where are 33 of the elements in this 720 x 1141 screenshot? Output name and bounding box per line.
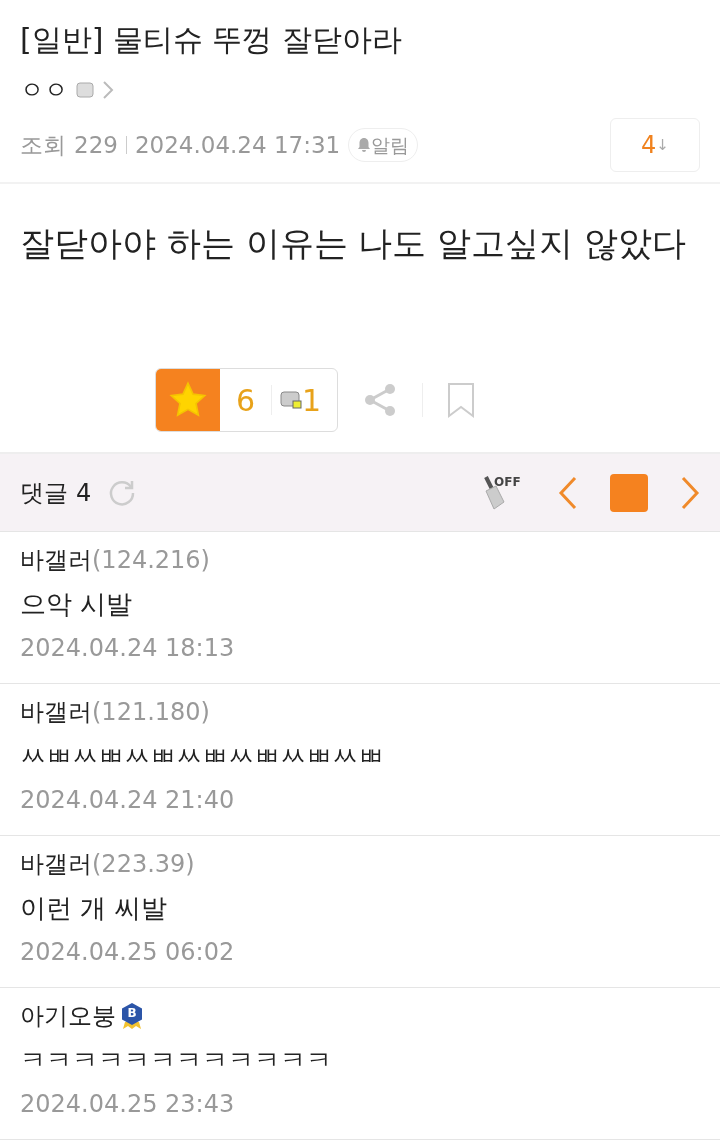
ip-address: (121.180) <box>92 697 210 728</box>
recommend-count: 6 <box>234 381 256 420</box>
recommend-button[interactable] <box>155 369 220 431</box>
post-title: [일반] 물티슈 뚜껑 잘닫아라 <box>19 21 404 59</box>
ip-address: (223.39) <box>92 849 195 880</box>
comment-date: 2024.04.25 23:43 <box>20 1089 236 1120</box>
comment-text: 이런 개 씨발 <box>20 892 168 925</box>
views-count: 229 <box>74 130 118 160</box>
comment-label: 댓글 <box>20 477 68 509</box>
bell-icon <box>357 137 372 153</box>
comment-text: ㅆㅃㅆㅃㅆㅃㅆㅃㅆㅃㅆㅃㅆㅃ <box>20 740 385 773</box>
comment-date: 2024.04.24 21:40 <box>20 785 236 816</box>
comment-text: ㅋㅋㅋㅋㅋㅋㅋㅋㅋㅋㅋㅋ <box>20 1044 333 1077</box>
comment-date: 2024.04.25 06:02 <box>20 937 236 968</box>
views-label: 조회 <box>20 130 66 160</box>
comment-text: 으악 시발 <box>20 588 134 621</box>
fixed-count: 1 <box>302 381 323 420</box>
ip-address: (124.216) <box>92 545 210 576</box>
chevron-right-icon[interactable] <box>680 475 700 510</box>
broom-filter-button[interactable]: OFF <box>480 472 520 513</box>
comment-date: 2024.04.24 18:13 <box>20 633 236 664</box>
post-date: 2024.04.24 17:31 <box>134 130 341 160</box>
commenter-name[interactable]: 바갤러 <box>20 692 92 732</box>
author-name[interactable]: ㅇㅇ <box>20 72 68 108</box>
chevron-left-icon[interactable] <box>558 475 578 510</box>
member-icon <box>76 82 94 98</box>
commenter-name[interactable]: 바갤러 <box>20 844 92 884</box>
chevron-right-icon[interactable] <box>102 80 114 100</box>
commenter-name[interactable]: 바갤러 <box>20 540 92 580</box>
page-indicator <box>610 473 648 512</box>
comment-count: 4 <box>76 477 92 509</box>
bookmark-icon[interactable] <box>447 382 476 418</box>
commenter-name[interactable]: 아기오붕 <box>20 996 116 1036</box>
